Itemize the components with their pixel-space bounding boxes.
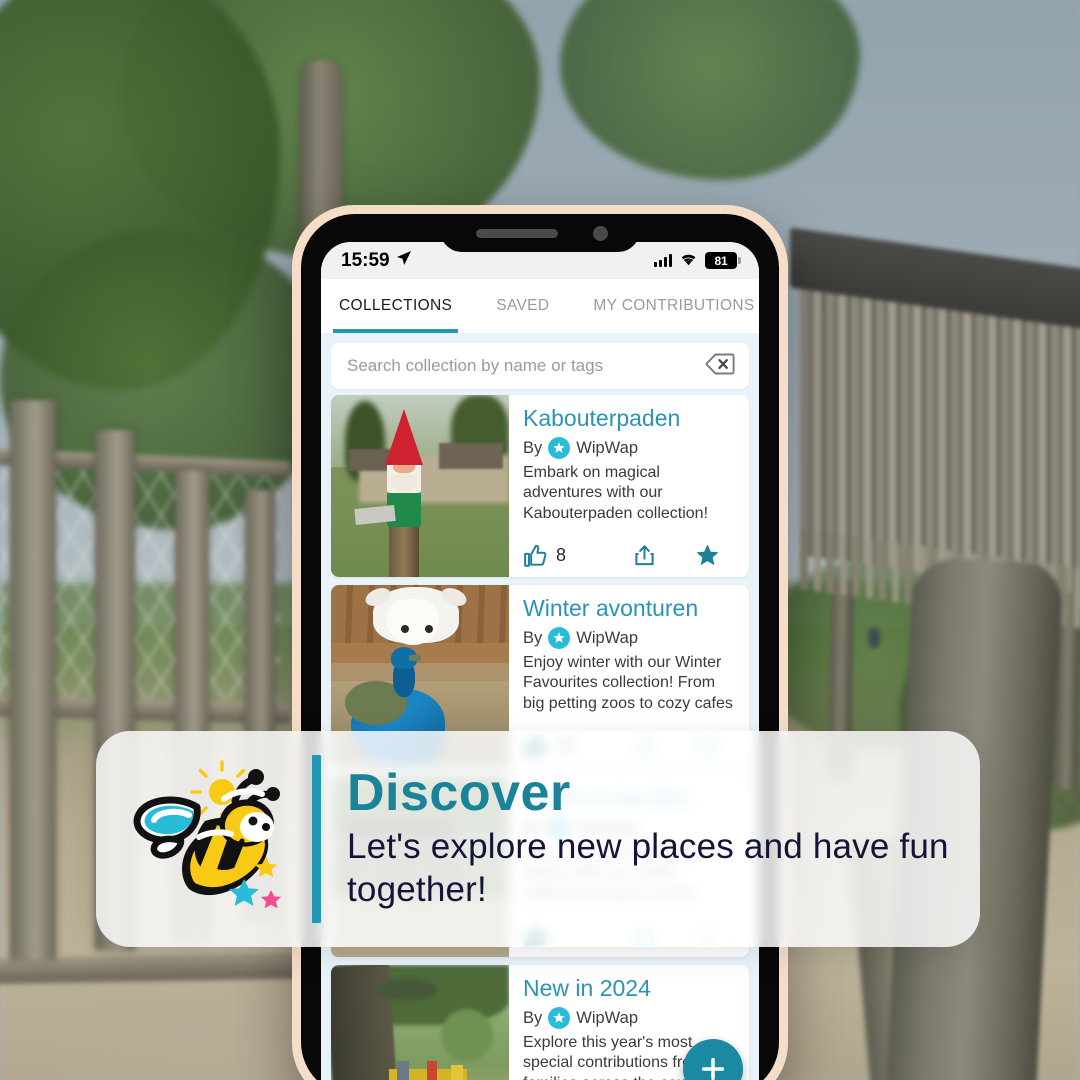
tab-saved[interactable]: SAVED xyxy=(496,279,549,333)
avatar xyxy=(548,437,571,459)
card-author: By WipWap xyxy=(523,1007,737,1029)
like-count: 8 xyxy=(556,545,567,565)
search-bar[interactable] xyxy=(331,343,749,389)
collection-card[interactable]: Kabouterpaden By WipWap Embark on magica… xyxy=(331,395,749,577)
avatar xyxy=(548,1007,571,1029)
card-description: Enjoy winter with our Winter Favourites … xyxy=(523,654,733,712)
phone-screen: 15:59 81 COLLECTIONS SAVED MY CONTRIBUTI… xyxy=(321,242,759,1080)
status-bar-left: 15:59 xyxy=(341,250,412,272)
card-author: By WipWap xyxy=(523,437,737,459)
favorite-button[interactable] xyxy=(678,542,737,569)
tab-bar: COLLECTIONS SAVED MY CONTRIBUTIONS CON xyxy=(321,279,759,333)
earpiece-speaker xyxy=(476,229,558,238)
tab-collections[interactable]: COLLECTIONS xyxy=(332,279,459,333)
plus-icon xyxy=(701,1057,725,1080)
phone-notch xyxy=(440,214,640,252)
status-time: 15:59 xyxy=(341,249,390,271)
card-title[interactable]: Kabouterpaden xyxy=(523,405,737,432)
card-thumbnail xyxy=(331,965,509,1080)
author-name: WipWap xyxy=(576,438,638,457)
author-name: WipWap xyxy=(576,628,638,647)
battery-indicator: 81 xyxy=(705,252,741,269)
card-thumbnail xyxy=(331,395,509,577)
status-bar-right: 81 xyxy=(654,250,741,272)
overlay-subtitle: Let's explore new places and have fun to… xyxy=(347,826,949,909)
card-title[interactable]: New in 2024 xyxy=(523,975,737,1002)
avatar xyxy=(548,627,571,649)
phone-mockup: 15:59 81 COLLECTIONS SAVED MY CONTRIBUTI… xyxy=(292,205,788,1080)
by-label: By xyxy=(523,1008,543,1027)
card-author: By WipWap xyxy=(523,627,737,649)
like-button[interactable]: 8 xyxy=(523,543,610,569)
person xyxy=(868,628,880,648)
backspace-delete-icon[interactable] xyxy=(705,352,735,381)
by-label: By xyxy=(523,438,543,457)
card-actions: 8 xyxy=(523,538,737,569)
card-description: Embark on magical adventures with our Ka… xyxy=(523,464,709,522)
bee-wings xyxy=(133,796,201,859)
wifi-icon xyxy=(679,250,698,272)
share-button[interactable] xyxy=(610,543,678,568)
tab-my-contributions[interactable]: MY CONTRIBUTIONS xyxy=(593,279,754,333)
fence-post xyxy=(10,400,56,960)
thumbs-up-icon xyxy=(524,544,547,567)
overlay-title: Discover xyxy=(347,763,571,822)
card-title[interactable]: Winter avonturen xyxy=(523,595,737,622)
cellular-signal-icon xyxy=(654,254,672,267)
search-input[interactable] xyxy=(347,356,705,376)
front-camera xyxy=(593,226,608,241)
location-arrow-icon xyxy=(396,250,412,272)
card-body: Kabouterpaden By WipWap Embark on magica… xyxy=(509,395,749,577)
share-icon xyxy=(635,545,654,566)
by-label: By xyxy=(523,628,543,647)
search-area xyxy=(321,333,759,395)
overlay-text: Discover Let's explore new places and ha… xyxy=(347,763,980,911)
screenshot-root: 15:59 81 COLLECTIONS SAVED MY CONTRIBUTI… xyxy=(0,0,1080,1080)
bee-logo xyxy=(96,759,312,919)
discover-overlay: Discover Let's explore new places and ha… xyxy=(96,731,980,947)
star-filled-icon xyxy=(696,544,719,566)
author-name: WipWap xyxy=(576,1008,638,1027)
accent-bar xyxy=(312,755,321,923)
